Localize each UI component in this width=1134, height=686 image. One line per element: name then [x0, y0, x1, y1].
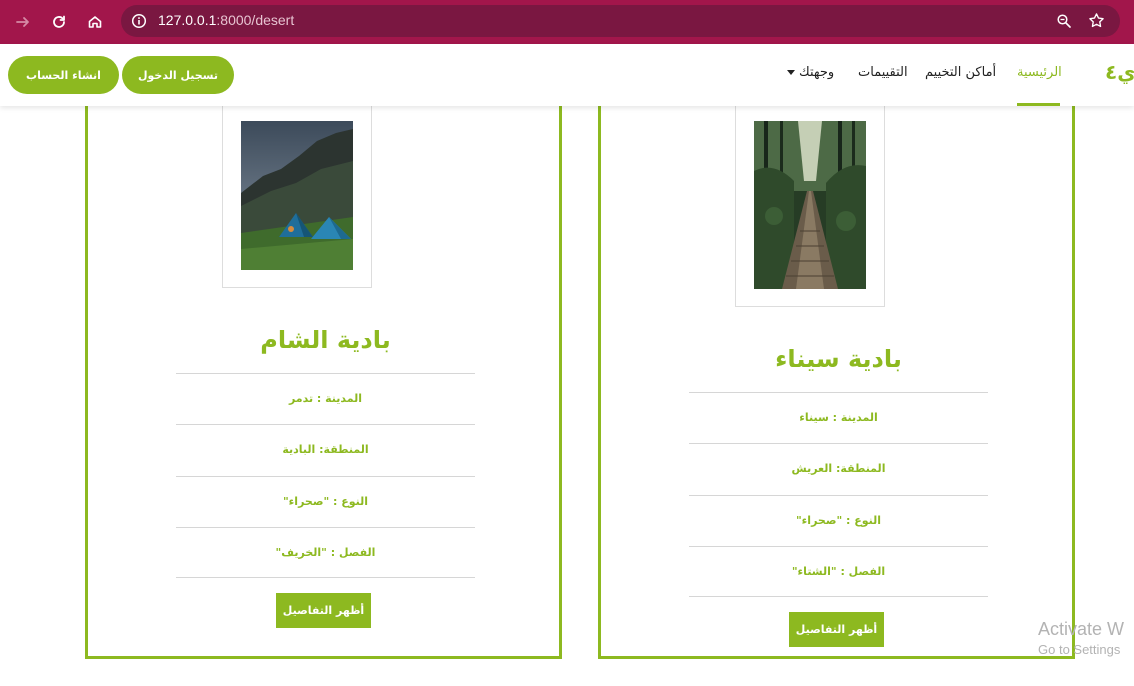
card-title: بادية الشام [260, 326, 391, 354]
caret-down-icon [787, 70, 795, 75]
watermark-line-1: Activate W [1038, 619, 1125, 639]
arrow-forward-icon[interactable] [11, 10, 35, 34]
destination-card: بادية الشام المدينة : تدمر المنطقة: البا… [85, 100, 562, 659]
active-tab-indicator [1017, 103, 1060, 106]
info-row-region: المنطقة: البادية [176, 424, 475, 475]
info-row-type: النوع : "صحراء" [176, 476, 475, 527]
home-icon[interactable] [83, 10, 107, 34]
windows-activation-watermark: Activate W Go to Settings [1038, 619, 1124, 657]
card-title: بادية سيناء [775, 345, 902, 373]
watermark-line-2: Go to Settings [1038, 642, 1121, 657]
nav-destination-dropdown[interactable]: وجهتك [787, 65, 834, 80]
show-details-button[interactable]: أظهر التفاصيل [789, 612, 884, 647]
address-bar[interactable]: 127.0.0.1:8000/desert [121, 5, 1120, 37]
info-row-region: المنطقة: العريش [689, 443, 988, 494]
forest-bridge-photo [754, 121, 866, 289]
site-navbar: انشاء الحساب تسجيل الدخول وجهتك التقييما… [0, 44, 1134, 106]
info-row-city: المدينة : سيناء [689, 392, 988, 443]
info-icon[interactable] [131, 13, 147, 33]
photo-frame [222, 100, 372, 288]
nav-camping-places[interactable]: أماكن التخييم [925, 65, 996, 80]
show-details-button[interactable]: أظهر التفاصيل [276, 593, 371, 628]
login-button[interactable]: تسجيل الدخول [122, 56, 234, 94]
nav-destination-label: وجهتك [799, 65, 835, 80]
nav-home[interactable]: الرئيسية [1017, 65, 1062, 80]
brand-logo[interactable]: ي٤ [1105, 60, 1134, 84]
zoom-icon[interactable] [1056, 13, 1072, 33]
photo-frame [735, 100, 885, 307]
signup-button[interactable]: انشاء الحساب [8, 56, 119, 94]
browser-toolbar: 127.0.0.1:8000/desert [0, 0, 1134, 44]
info-row-type: النوع : "صحراء" [689, 495, 988, 546]
url-text[interactable]: 127.0.0.1:8000/desert [158, 12, 294, 28]
destination-card: بادية سيناء المدينة : سيناء المنطقة: الع… [598, 100, 1075, 659]
camping-tents-mountain-photo [241, 121, 353, 270]
info-row-season: الفصل : "الشتاء" [689, 546, 988, 597]
info-row-season: الفصل : "الخريف" [176, 527, 475, 578]
reload-icon[interactable] [47, 10, 71, 34]
info-row-city: المدينة : تدمر [176, 373, 475, 424]
bookmark-star-icon[interactable] [1088, 12, 1105, 33]
nav-ratings[interactable]: التقييمات [858, 65, 908, 80]
